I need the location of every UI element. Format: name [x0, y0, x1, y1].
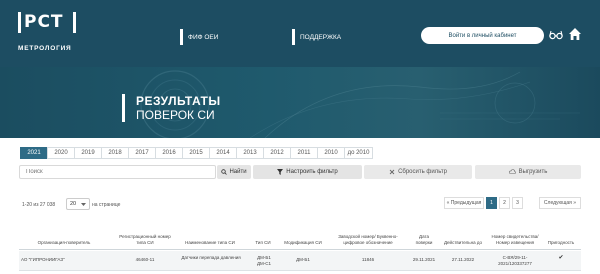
reset-filter-button[interactable]: Сбросить фильтр — [364, 165, 472, 179]
nav-tick — [180, 29, 183, 45]
cell-org: АО "ГИПРОНИИГАЗ" — [21, 257, 65, 262]
site-header: РСТ МЕТРОЛОГИЯ ФИФ ОЕИ ПОДДЕРЖКА Войти в… — [0, 0, 600, 67]
cell-valid-until: 27.11.2022 — [451, 257, 475, 262]
column-header-modification[interactable]: Модификация СИ — [283, 240, 323, 246]
year-tab-2015[interactable]: 2015 — [182, 147, 210, 159]
per-page-value: 20 — [70, 201, 77, 207]
cloud-download-icon — [508, 169, 516, 174]
column-header-type-name[interactable]: Наименование типа СИ — [177, 240, 243, 246]
page-button-1[interactable]: 1 — [486, 197, 497, 209]
results-range: 1-20 из 27 038 — [22, 202, 56, 208]
search-input[interactable] — [20, 166, 215, 178]
cell-type-si: ДМ-Б1 ДМ-С1 — [256, 255, 272, 266]
table-row[interactable]: АО "ГИПРОНИИГАЗ" 46460-11 Датчики перепа… — [19, 251, 581, 271]
next-page-button[interactable]: Следующая » — [539, 197, 581, 209]
year-tab-2019[interactable]: 2019 — [74, 147, 102, 159]
logo-bar-left — [18, 12, 21, 33]
cell-verify-date: 29.11.2021 — [412, 257, 436, 262]
nav-item-fif-oei[interactable]: ФИФ ОЕИ — [180, 29, 218, 45]
year-tab-2012[interactable]: 2012 — [263, 147, 291, 159]
hero-decoration — [140, 70, 580, 138]
nav-tick — [292, 29, 295, 45]
cell-modification: ДМ-Б1 — [296, 257, 310, 262]
column-header-org[interactable]: Организация-поверитель — [21, 240, 107, 246]
glasses-icon[interactable] — [549, 30, 563, 40]
reset-filter-label: Сбросить фильтр — [398, 169, 447, 175]
nav-label: ФИФ ОЕИ — [188, 33, 219, 41]
page-button-3[interactable]: 3 — [512, 197, 523, 209]
column-header-reg-number[interactable]: Регистрационный номер типа СИ — [119, 234, 171, 245]
logo-subtitle: МЕТРОЛОГИЯ — [18, 45, 72, 52]
column-header-certificate[interactable]: Номер свидетельства/ Номер извещения — [489, 234, 541, 245]
chevron-down-icon — [81, 202, 86, 206]
cell-type-name: Датчики перепада давления — [181, 255, 241, 260]
cell-certificate[interactable]: С-ВЯ/29-11-2021/120337277 — [493, 255, 537, 266]
column-header-suitable[interactable]: Пригодность — [541, 240, 581, 246]
home-icon[interactable] — [568, 27, 582, 41]
per-page-select[interactable]: 20 — [66, 198, 90, 210]
check-icon: ✔ — [558, 255, 564, 261]
hero-banner: РЕЗУЛЬТАТЫ ПОВЕРОК СИ — [0, 67, 600, 138]
year-tab-2013[interactable]: 2013 — [236, 147, 264, 159]
logo-bar-right — [73, 12, 76, 33]
per-page-label: на странице — [92, 202, 121, 208]
hero-tick — [122, 94, 125, 122]
page-button-2[interactable]: 2 — [499, 197, 510, 209]
year-tab-before-2010[interactable]: до 2010 — [344, 147, 373, 159]
column-header-type-si[interactable]: Тип СИ — [249, 240, 277, 246]
column-header-serial[interactable]: Заводской номер/ Буквенно-цифровое обозн… — [329, 234, 407, 245]
configure-filter-button[interactable]: Настроить фильтр — [253, 165, 362, 179]
cell-serial: 11846 — [361, 257, 375, 262]
search-button-label: Найти — [229, 169, 247, 175]
year-tab-2021[interactable]: 2021 — [20, 147, 48, 159]
export-button[interactable]: Выгрузить — [475, 165, 581, 179]
configure-filter-label: Настроить фильтр — [286, 169, 338, 175]
year-tab-2018[interactable]: 2018 — [101, 147, 129, 159]
search-icon — [221, 169, 228, 175]
year-tab-2016[interactable]: 2016 — [155, 147, 183, 159]
search-field[interactable] — [19, 165, 216, 179]
cell-reg-number: 46460-11 — [135, 257, 155, 262]
logo-mark: РСТ — [24, 12, 64, 32]
year-tab-2011[interactable]: 2011 — [290, 147, 318, 159]
close-icon — [389, 169, 395, 175]
table-header: Организация-поверитель Регистрационный н… — [19, 218, 581, 250]
year-tab-2017[interactable]: 2017 — [128, 147, 156, 159]
pagination: « Предыдущая 1 2 3 Следующая » — [444, 197, 583, 209]
year-tab-2020[interactable]: 2020 — [47, 147, 75, 159]
filter-icon — [277, 169, 284, 175]
year-tabs: 2021 2020 2019 2018 2017 2016 2015 2014 … — [20, 147, 373, 159]
nav-label: ПОДДЕРЖКА — [300, 33, 342, 41]
nav-item-support[interactable]: ПОДДЕРЖКА — [292, 29, 341, 45]
logo[interactable]: РСТ МЕТРОЛОГИЯ — [18, 12, 88, 56]
page-title-line2: ПОВЕРОК СИ — [136, 108, 215, 122]
logo-subtitle-text: МЕТРОЛОГИЯ — [18, 45, 72, 52]
export-label: Выгрузить — [518, 169, 548, 175]
year-tab-2010[interactable]: 2010 — [317, 147, 345, 159]
login-cabinet-button[interactable]: Войти в личный кабинет — [421, 27, 544, 44]
column-header-valid-until[interactable]: Действительна до — [443, 240, 483, 246]
page-title-line1: РЕЗУЛЬТАТЫ — [136, 94, 221, 108]
search-button[interactable]: Найти — [217, 165, 251, 179]
prev-page-button[interactable]: « Предыдущая — [444, 197, 484, 209]
year-tab-2014[interactable]: 2014 — [209, 147, 237, 159]
column-header-verify-date[interactable]: Дата поверки — [411, 234, 437, 245]
page-title: РЕЗУЛЬТАТЫ ПОВЕРОК СИ — [136, 94, 221, 122]
